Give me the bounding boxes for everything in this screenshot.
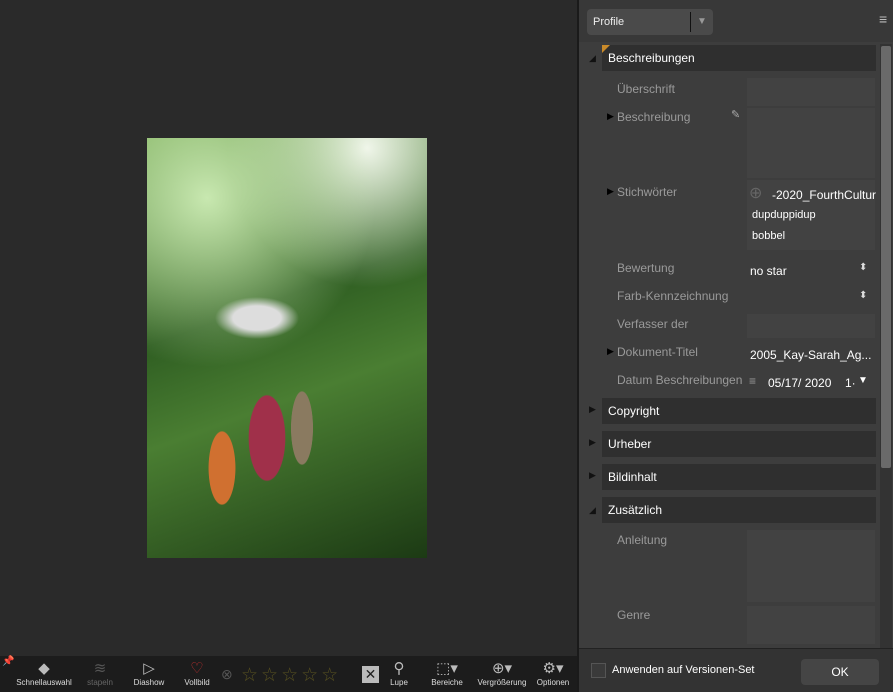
pin-icon[interactable]: 📌 — [2, 656, 14, 667]
add-keyword-icon[interactable]: ⊕ — [749, 183, 762, 203]
label-bewertung: Bewertung — [617, 261, 675, 275]
rating-select[interactable]: no star — [750, 264, 787, 278]
apply-to-version-set-checkbox[interactable] — [591, 663, 606, 678]
section-beschreibungen[interactable]: Beschreibungen — [602, 45, 876, 71]
profile-label: Profile — [593, 16, 625, 28]
time-field[interactable]: 1· — [845, 376, 856, 390]
section-title: Urheber — [608, 437, 652, 451]
expand-triangle-icon[interactable]: ▶ — [589, 437, 596, 448]
regions-button[interactable]: ⬚▾ Bereiche — [417, 660, 477, 687]
label-beschreibung: Beschreibung — [617, 110, 691, 124]
clear-rating-icon[interactable]: ⊗ — [221, 666, 233, 683]
label-dokument-titel: Dokument-Titel — [617, 345, 698, 359]
label-verfasser: Verfasser der — [617, 317, 689, 331]
keyword[interactable]: dupduppidup — [752, 209, 816, 221]
collapse-triangle-icon[interactable]: ◢ — [589, 53, 596, 64]
keyword[interactable]: -2020_FourthCultur — [772, 188, 876, 202]
label: Optionen — [536, 678, 570, 687]
photo-preview[interactable] — [147, 138, 427, 558]
quick-select-icon: ◆ — [38, 660, 50, 677]
genre-field[interactable] — [747, 606, 875, 644]
section-title: Copyright — [608, 404, 660, 418]
label: Diashow — [133, 678, 165, 687]
stepper-icon[interactable]: ⬍ — [859, 262, 867, 273]
expand-triangle-icon[interactable]: ▶ — [589, 470, 596, 481]
options-button[interactable]: ⚙▾ Optionen — [523, 660, 583, 687]
quick-select-button[interactable]: ◆ Schnellauswahl — [14, 660, 74, 687]
date-field[interactable]: 05/17/ 2020 — [768, 376, 831, 390]
document-title-field[interactable]: 2005_Kay-Sarah_Ag... — [750, 348, 871, 362]
pencil-icon[interactable]: ✎ — [731, 108, 740, 121]
section-urheber[interactable]: Urheber — [602, 431, 876, 457]
keyword[interactable]: bobbel — [752, 230, 785, 242]
label: Schnellauswahl — [16, 678, 72, 687]
gear-icon: ⚙▾ — [542, 660, 564, 677]
label: Vollbild — [184, 678, 210, 687]
expand-icon[interactable]: ▶ — [607, 186, 614, 197]
profile-dropdown[interactable]: Profile ▼ — [587, 9, 713, 35]
image-viewer — [0, 0, 578, 656]
label-anleitung: Anleitung — [617, 533, 668, 547]
menu-icon[interactable]: ≡ — [879, 11, 887, 27]
label-farb: Farb-Kennzeichnung — [617, 289, 729, 303]
section-bildinhalt[interactable]: Bildinhalt — [602, 464, 876, 490]
anleitung-field[interactable] — [747, 530, 875, 602]
verfasser-field[interactable] — [747, 314, 875, 338]
label-stichwoerter: Stichwörter — [617, 185, 678, 199]
calendar-icon[interactable]: ≡ — [749, 374, 756, 388]
label: Vergrößerung — [477, 678, 527, 687]
collapse-triangle-icon[interactable]: ◢ — [589, 505, 596, 516]
rating-stars[interactable]: ☆☆☆☆☆ — [241, 664, 341, 687]
fullscreen-icon: ♡ — [190, 660, 204, 677]
section-title: Zusätzlich — [608, 503, 663, 517]
fullscreen-button[interactable]: ♡ Vollbild — [167, 660, 227, 687]
bottom-toolbar: 📌 ◆ Schnellauswahl ≋ stapeln ▷ Diashow ♡ Vol… — [0, 656, 578, 692]
expand-icon[interactable]: ▶ — [607, 346, 614, 357]
label-datum: Datum Beschreibungen — [617, 373, 743, 387]
scrollbar-thumb[interactable] — [881, 46, 891, 468]
color-label-select[interactable]: ⬍ — [859, 290, 867, 301]
section-copyright[interactable]: Copyright — [602, 398, 876, 424]
apply-label: Anwenden auf Versionen-Set — [612, 664, 755, 676]
section-title: Bildinhalt — [608, 470, 657, 484]
ueberschrift-field[interactable] — [747, 78, 875, 106]
label: Lupe — [390, 678, 408, 687]
section-title: Beschreibungen — [608, 51, 695, 65]
marker-icon — [602, 45, 610, 53]
regions-icon: ⬚▾ — [436, 660, 458, 677]
metadata-panel: Profile ▼ ≡ ◢ Beschreibungen Überschrift … — [579, 0, 893, 692]
ok-button[interactable]: OK — [801, 659, 879, 685]
section-zusaetzlich[interactable]: Zusätzlich — [602, 497, 876, 523]
expand-icon[interactable]: ▶ — [607, 111, 614, 122]
label-genre: Genre — [617, 608, 651, 622]
panel-header: Profile ▼ ≡ — [579, 0, 893, 42]
label: Bereiche — [431, 678, 463, 687]
expand-triangle-icon[interactable]: ▶ — [589, 404, 596, 415]
beschreibung-field[interactable] — [747, 108, 875, 178]
label-ueberschrift: Überschrift — [617, 82, 676, 96]
chevron-down-icon[interactable]: ▼ — [858, 375, 868, 386]
chevron-down-icon: ▼ — [697, 16, 707, 27]
label: stapeln — [87, 678, 113, 687]
